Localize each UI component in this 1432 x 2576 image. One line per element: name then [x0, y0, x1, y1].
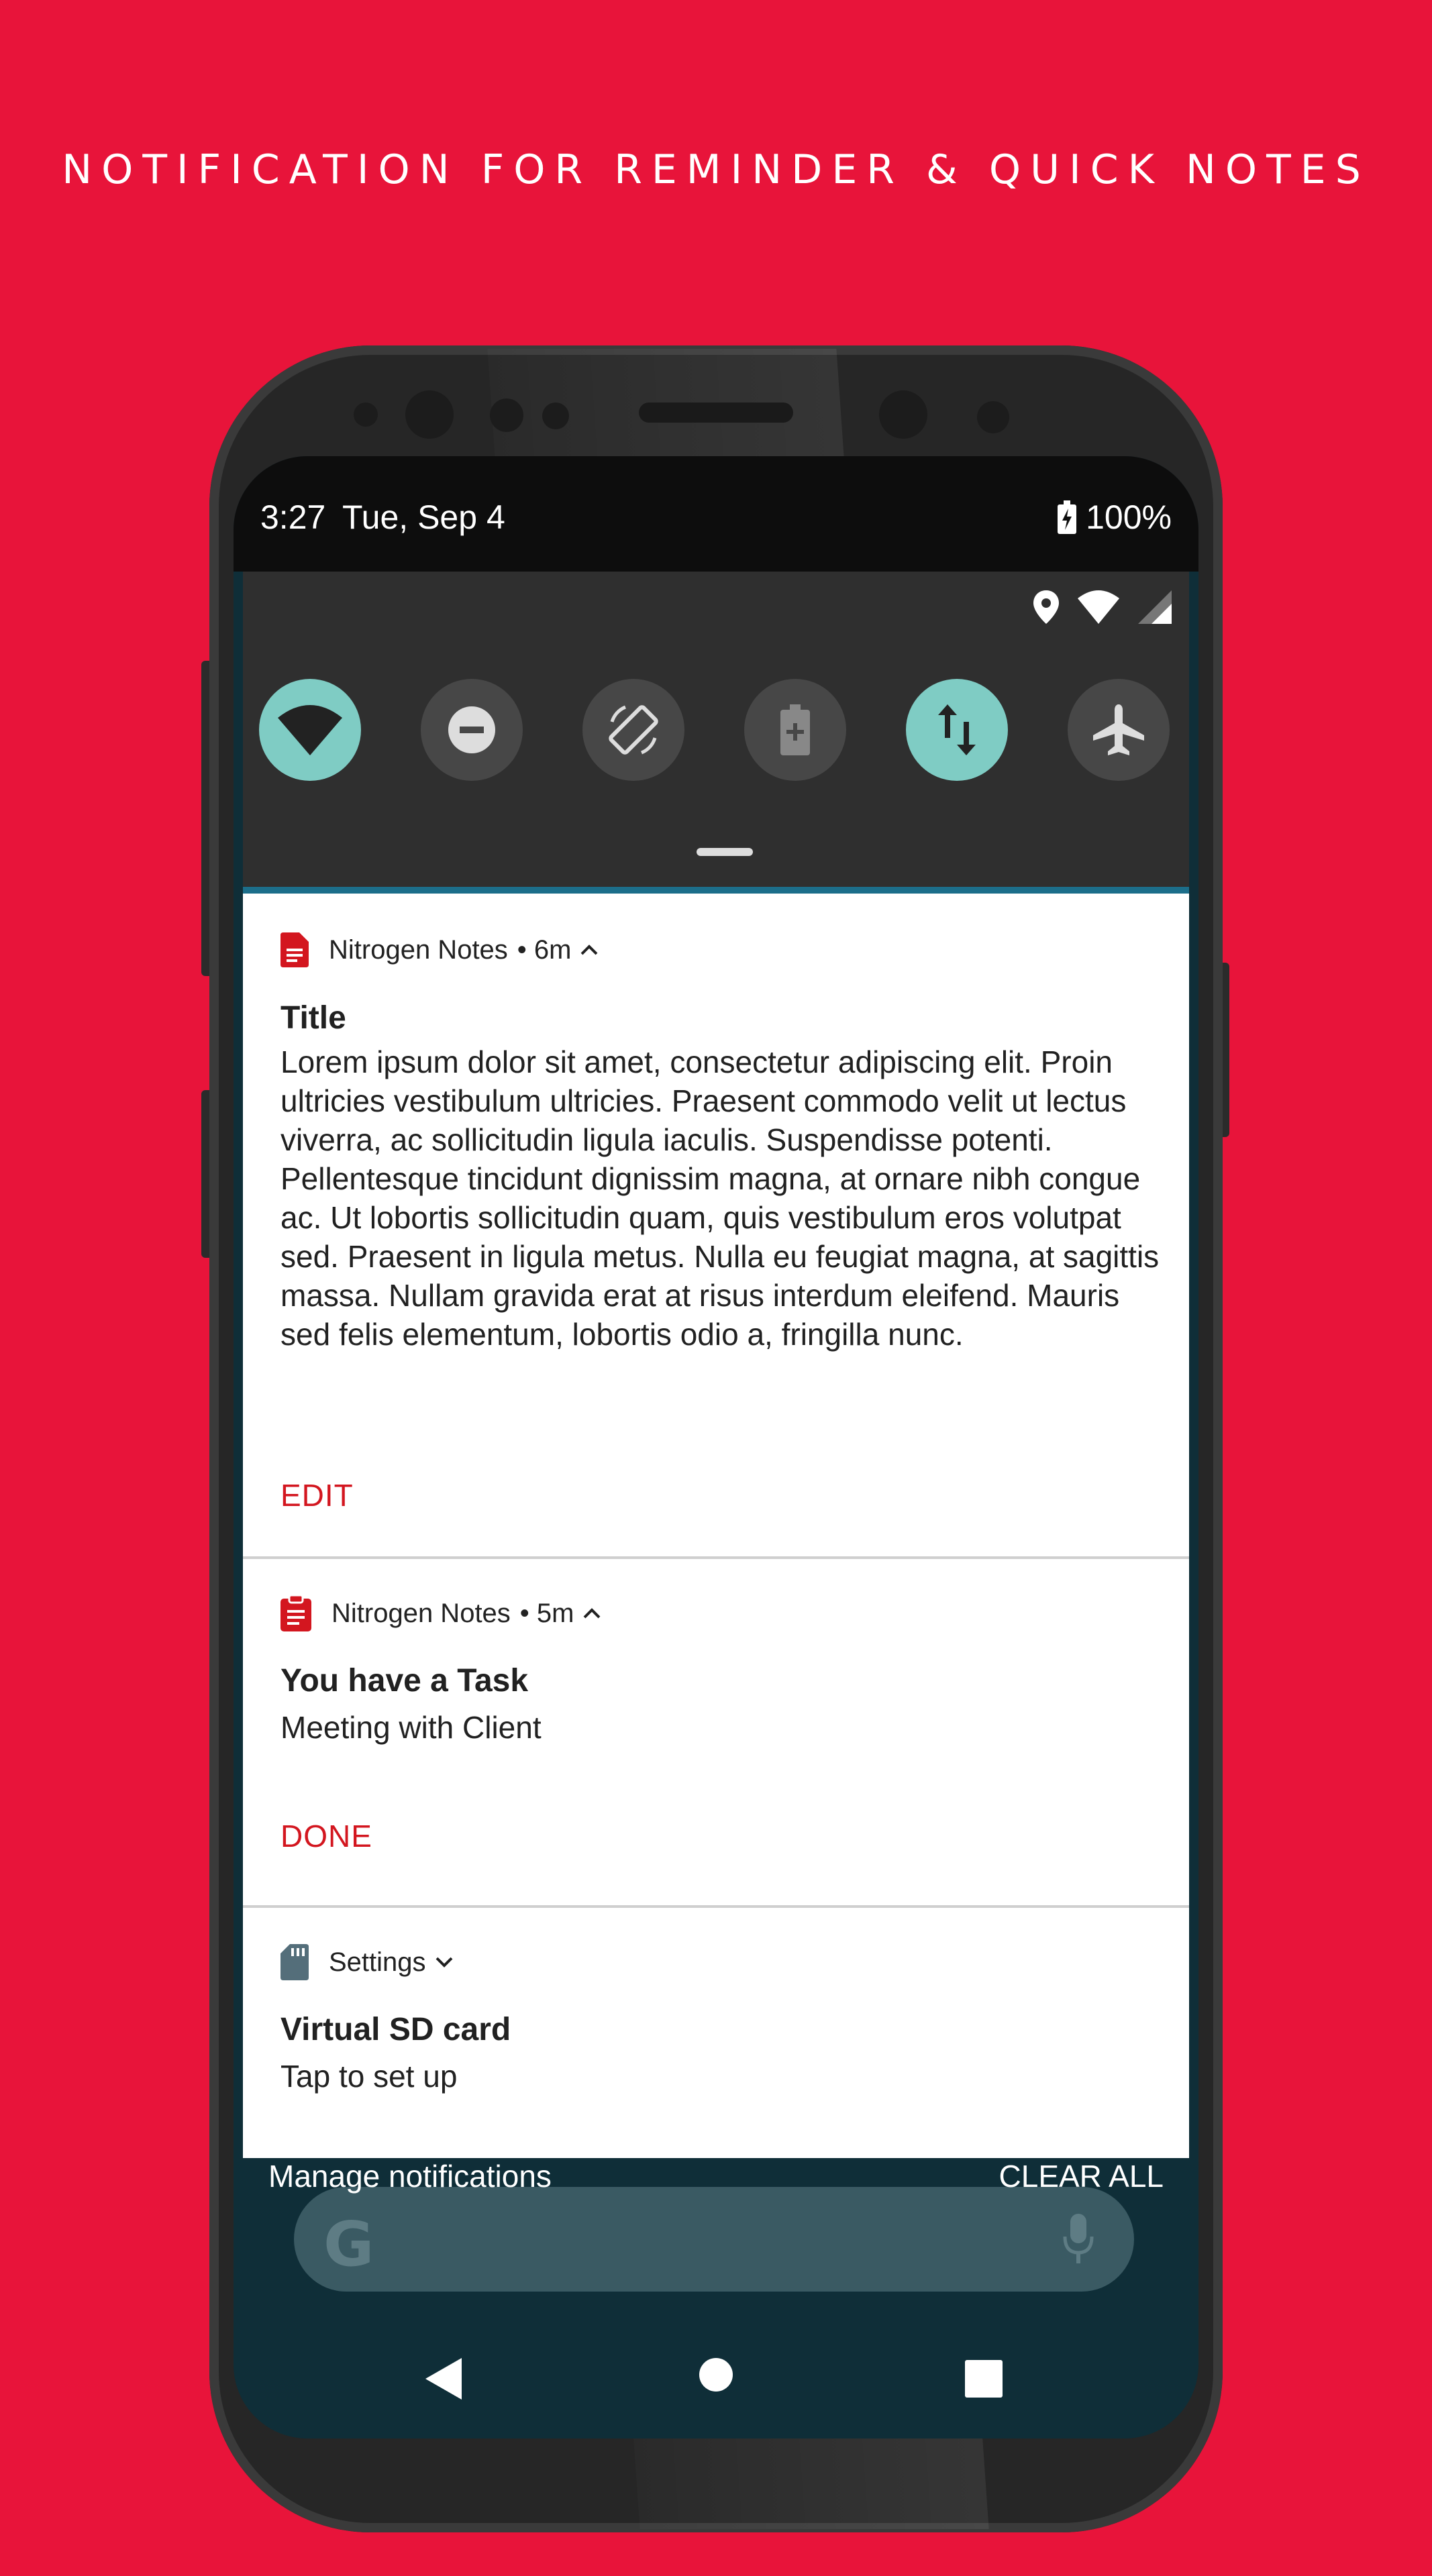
- done-button[interactable]: DONE: [280, 1818, 372, 1854]
- back-icon[interactable]: [425, 2358, 462, 2400]
- rotate-icon: [609, 705, 658, 755]
- notification-body: Meeting with Client: [280, 1710, 542, 1745]
- shade-divider: [243, 887, 1189, 894]
- sensor-dot: [542, 402, 569, 429]
- sd-card-icon: [280, 1944, 309, 1980]
- app-name: Settings: [329, 1947, 426, 1977]
- battery-charging-icon: [1058, 500, 1077, 534]
- notification-note[interactable]: Nitrogen Notes • 6m Title Lorem ipsum do…: [243, 894, 1189, 1556]
- quick-settings-panel: [243, 572, 1189, 887]
- notification-time: • 5m: [519, 1598, 574, 1628]
- notification-title: You have a Task: [280, 1663, 529, 1699]
- microphone-icon[interactable]: [1063, 2214, 1094, 2265]
- clipboard-icon: [280, 1595, 311, 1631]
- sensor-dot: [977, 401, 1009, 433]
- phone-screen: 3:27 Tue, Sep 4 100% Nitrogen Notes • 6m…: [234, 456, 1198, 2438]
- google-logo: G: [323, 2208, 374, 2280]
- notification-time: • 6m: [517, 934, 572, 965]
- home-icon[interactable]: [699, 2358, 733, 2392]
- chevron-up-icon[interactable]: [583, 1608, 601, 1619]
- tile-auto-rotate[interactable]: [582, 679, 684, 781]
- battery-percent: 100%: [1086, 498, 1172, 536]
- notification-settings[interactable]: Settings Virtual SD card Tap to set up: [243, 1908, 1189, 2158]
- tile-mobile-data[interactable]: [906, 679, 1008, 781]
- google-search-bar[interactable]: G: [294, 2187, 1134, 2292]
- notification-title: Title: [280, 1000, 346, 1036]
- battery-status: 100%: [1058, 498, 1172, 537]
- notification-header: Nitrogen Notes • 5m: [280, 1595, 601, 1631]
- notification-header: Nitrogen Notes • 6m: [280, 932, 598, 967]
- qs-status-icons: [1033, 590, 1172, 624]
- notification-body: Tap to set up: [280, 2059, 458, 2094]
- document-icon: [280, 932, 309, 967]
- tile-battery-saver[interactable]: [744, 679, 846, 781]
- earpiece-speaker: [639, 402, 793, 423]
- notification-title: Virtual SD card: [280, 2012, 511, 2047]
- tile-airplane-mode[interactable]: [1068, 679, 1170, 781]
- quick-settings-drag-handle[interactable]: [697, 848, 753, 856]
- tile-do-not-disturb[interactable]: [421, 679, 523, 781]
- cell-signal-icon: [1138, 590, 1172, 624]
- front-camera: [879, 390, 927, 439]
- status-date: Tue, Sep 4: [342, 498, 505, 536]
- recents-icon[interactable]: [965, 2360, 1003, 2398]
- tile-wifi[interactable]: [259, 679, 361, 781]
- front-camera: [405, 390, 454, 439]
- battery-plus-icon: [780, 704, 810, 755]
- updown-arrows-icon: [938, 704, 976, 755]
- headline: NOTIFICATION FOR REMINDER & QUICK NOTES: [62, 146, 1370, 193]
- app-name: Nitrogen Notes: [329, 934, 508, 965]
- sensor-dot: [490, 398, 523, 432]
- app-name: Nitrogen Notes: [331, 1598, 511, 1628]
- wifi-icon: [278, 705, 342, 755]
- clear-all-button[interactable]: CLEAR ALL: [999, 2158, 1164, 2194]
- notification-task[interactable]: Nitrogen Notes • 5m You have a Task Meet…: [243, 1559, 1189, 1905]
- notification-body: Lorem ipsum dolor sit amet, consectetur …: [280, 1044, 1160, 1352]
- edit-button[interactable]: EDIT: [280, 1477, 354, 1513]
- minus-circle-icon: [448, 706, 495, 753]
- location-icon: [1033, 590, 1059, 624]
- notification-header: Settings: [280, 1944, 453, 1980]
- status-bar: 3:27 Tue, Sep 4 100%: [234, 456, 1198, 572]
- airplane-icon: [1093, 704, 1144, 755]
- chevron-up-icon[interactable]: [580, 945, 598, 955]
- manage-notifications-button[interactable]: Manage notifications: [268, 2158, 552, 2194]
- chevron-down-icon[interactable]: [436, 1957, 453, 1968]
- wifi-signal-icon: [1078, 590, 1119, 624]
- status-time: 3:27: [260, 498, 326, 536]
- sensor-dot: [354, 402, 378, 427]
